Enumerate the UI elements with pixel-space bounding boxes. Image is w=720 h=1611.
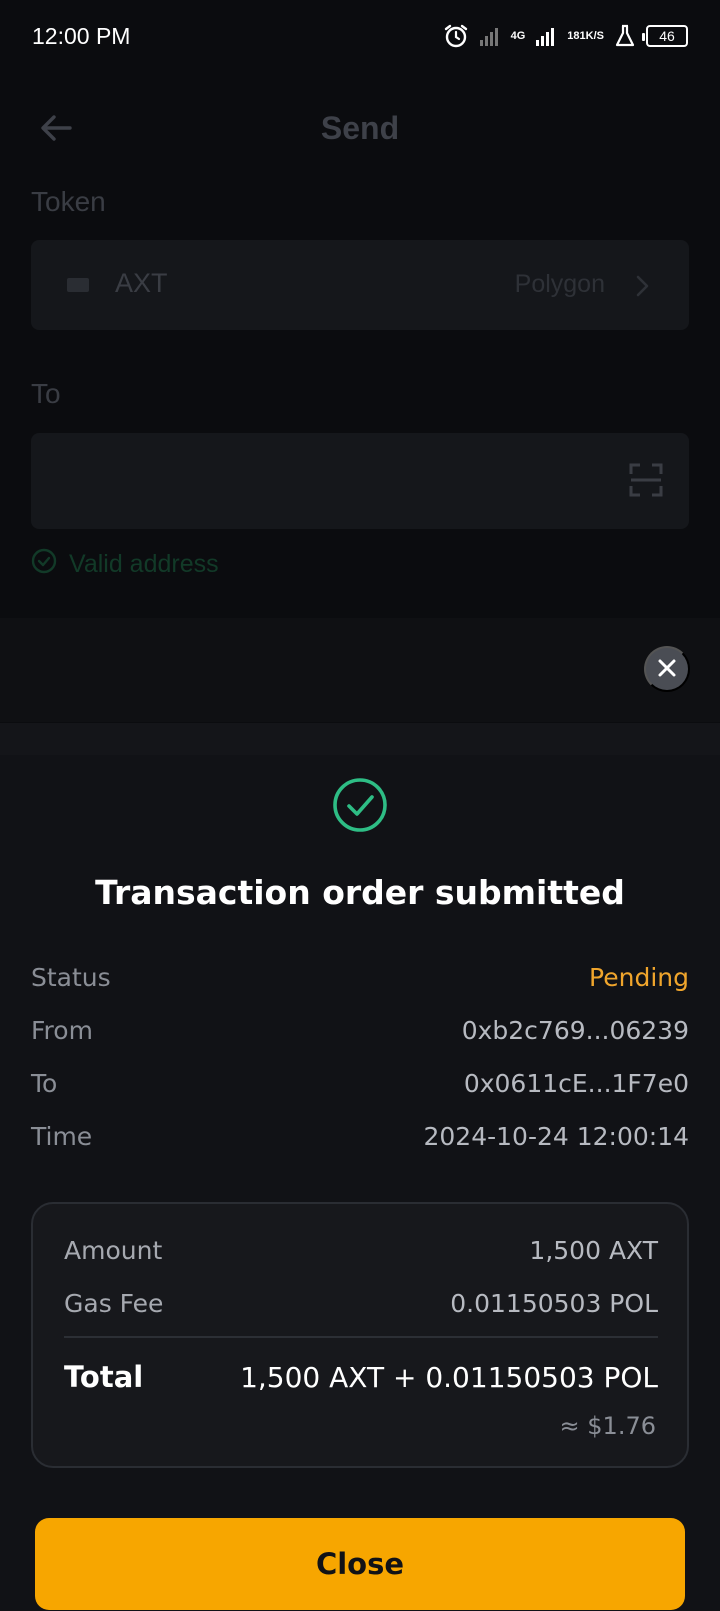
from-address: 0xb2c769...06239 [461,1016,689,1045]
status-value: Pending [589,963,689,992]
alarm-icon [443,23,469,49]
network-name: Polygon [514,270,605,298]
amount-row: Amount 1,500 AXT [64,1236,658,1265]
total-value: 1,500 AXT + 0.01150503 POL [240,1361,658,1394]
detail-key: To [31,1069,58,1098]
to-address: 0x0611cE...1F7e0 [463,1069,689,1098]
gas-fee-label: Gas Fee [64,1289,164,1318]
to-address-field [31,433,689,529]
transaction-sheet: Transaction order submitted Status Pendi… [0,755,720,1611]
summary-card: Amount 1,500 AXT Gas Fee 0.01150503 POL … [31,1202,689,1468]
close-icon [657,658,677,681]
success-check-icon [332,777,388,833]
valid-address-indicator: Valid address [31,548,219,581]
detail-key: Status [31,963,111,992]
send-page-background: Send Token AXT Polygon To Valid address [0,72,720,632]
detail-row-time: Time 2024-10-24 12:00:14 [31,1122,689,1151]
amount-label: Amount [64,1236,163,1265]
gas-fee-row: Gas Fee 0.01150503 POL [64,1289,658,1318]
detail-row-to: To 0x0611cE...1F7e0 [31,1069,689,1098]
send-header: Send [0,72,720,184]
back-arrow-icon [36,108,76,148]
status-time: 12:00 PM [32,22,131,49]
network-4g-icon: 4G [510,29,526,42]
sheet-divider [0,723,720,755]
status-icons: 4G 181 K/S 46 [443,23,688,49]
close-button[interactable]: Close [35,1518,685,1610]
gas-fee-value: 0.01150503 POL [450,1289,658,1318]
chevron-right-icon [635,272,651,300]
time-value: 2024-10-24 12:00:14 [423,1122,689,1151]
total-label: Total [64,1360,144,1394]
total-usd-value: ≈ $1.76 [559,1412,656,1440]
detail-row-from: From 0xb2c769...06239 [31,1016,689,1045]
detail-row-status: Status Pending [31,963,689,992]
close-sheet-button[interactable] [644,646,690,692]
signal-strong-icon [535,25,557,47]
scan-qr-icon [629,463,663,497]
signal-weak-icon [479,25,501,47]
detail-key: Time [31,1122,93,1151]
battery-icon: 46 [642,25,688,47]
net-speed-unit: K/S [585,29,604,42]
net-speed: 181 K/S [567,29,604,42]
flask-icon [614,24,636,48]
amount-value: 1,500 AXT [529,1236,658,1265]
status-bar: 12:00 PM 4G 181 K/S 46 [0,0,720,72]
valid-address-text: Valid address [69,550,219,578]
token-label: Token [31,186,106,217]
total-row: Total 1,500 AXT + 0.01150503 POL [64,1360,658,1394]
token-logo-icon [67,278,89,292]
detail-key: From [31,1016,93,1045]
page-title: Send [320,109,400,146]
check-circle-icon [31,548,57,581]
sheet-title: Transaction order submitted [95,873,625,912]
token-name: AXT [115,268,168,298]
token-selector: AXT Polygon [31,240,689,330]
sheet-header [0,618,720,722]
summary-divider [64,1336,658,1338]
net-speed-value: 181 [567,29,586,42]
to-label: To [31,378,61,409]
